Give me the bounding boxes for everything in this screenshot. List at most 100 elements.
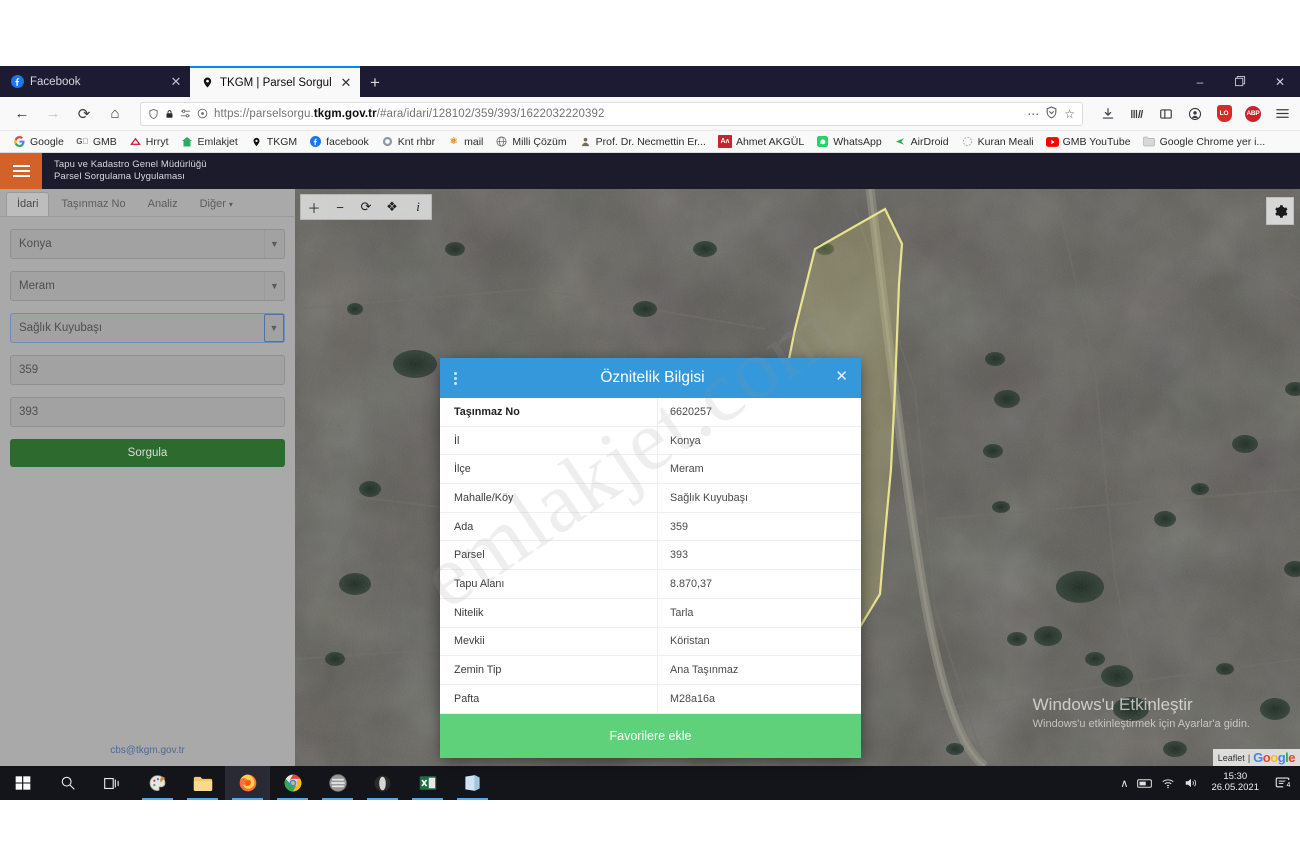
tab-tkgm[interactable]: TKGM | Parsel Sorgulama Uygu ✕ — [190, 66, 360, 97]
library-icon[interactable] — [1127, 104, 1147, 124]
bookmark-knt-rhbr[interactable]: Knt rhbr — [376, 133, 440, 150]
keyboard-icon[interactable] — [1137, 778, 1153, 789]
opera-app[interactable] — [360, 766, 405, 800]
hamburger-menu-icon[interactable] — [0, 153, 42, 189]
bookmark-hurriyet[interactable]: Hrryt — [124, 133, 174, 150]
locate-icon[interactable]: ❖ — [379, 195, 405, 219]
lastpass-icon[interactable]: LO — [1214, 104, 1234, 124]
bookmark-chrome-folder[interactable]: Google Chrome yer i... — [1138, 133, 1271, 150]
account-icon[interactable] — [1185, 104, 1205, 124]
task-view-button[interactable] — [90, 766, 135, 800]
tab-diger[interactable]: Diğer ▾ — [190, 193, 243, 216]
zoom-out-icon[interactable]: − — [327, 195, 353, 219]
bookmark-airdroid[interactable]: AirDroid — [889, 133, 954, 150]
lock-icon[interactable] — [165, 108, 174, 120]
close-icon[interactable]: ✕ — [168, 74, 184, 90]
gear-icon[interactable] — [1266, 197, 1294, 225]
bookmark-kuran-meali[interactable]: Kuran Meali — [956, 133, 1039, 150]
folder-icon — [1143, 135, 1156, 148]
start-button[interactable] — [0, 766, 45, 800]
wifi-icon[interactable] — [1161, 778, 1175, 789]
adblock-plus-icon[interactable]: ABP — [1243, 104, 1263, 124]
kent-rehberi-icon — [381, 135, 394, 148]
maximize-button[interactable] — [1220, 66, 1260, 97]
table-row: Nitelik Tarla — [440, 598, 861, 628]
new-tab-button[interactable]: + — [360, 69, 390, 97]
row-key: Pafta — [454, 692, 480, 705]
row-key: Parsel — [454, 549, 485, 562]
ilce-select[interactable]: Meram ▼ — [10, 271, 285, 301]
contact-email-link[interactable]: cbs@tkgm.gov.tr — [0, 745, 295, 756]
address-bar[interactable]: https://parselsorgu.tkgm.gov.tr/#ara/ida… — [140, 101, 1083, 126]
taskbar-clock[interactable]: 15:30 26.05.2021 — [1207, 771, 1263, 794]
bookmark-ahmet-akgul[interactable]: Aʌ Ahmet AKGÜL — [713, 133, 809, 150]
chrome-app[interactable] — [270, 766, 315, 800]
toolbar-icons: LO ABP — [1094, 104, 1292, 124]
search-button[interactable] — [45, 766, 90, 800]
parsel-input[interactable]: 393 — [10, 397, 285, 427]
row-key: Mahalle/Köy — [454, 491, 514, 504]
tor-browser-app[interactable] — [315, 766, 360, 800]
ada-input[interactable]: 359 — [10, 355, 285, 385]
downloads-icon[interactable] — [1098, 104, 1118, 124]
firefox-app[interactable] — [225, 766, 270, 800]
bookmark-gmb[interactable]: G᳦ GMB — [71, 133, 122, 150]
tab-title: TKGM | Parsel Sorgulama Uygu — [220, 76, 332, 89]
tab-idari[interactable]: İdari — [6, 192, 50, 216]
zoom-in-icon[interactable]: ＋ — [301, 195, 327, 219]
bookmark-necmettin[interactable]: Prof. Dr. Necmettin Er... — [574, 133, 711, 150]
bookmark-emlakjet[interactable]: Emlakjet — [176, 133, 243, 150]
ada-input-value: 359 — [19, 364, 39, 376]
screen: Facebook ✕ TKGM | Parsel Sorgulama Uygu … — [0, 0, 1300, 866]
sidebar-icon[interactable] — [1156, 104, 1176, 124]
tab-tasinmaz-no[interactable]: Taşınmaz No — [51, 193, 135, 216]
mahalle-select[interactable]: Sağlık Kuyubaşı ▼ — [10, 313, 285, 343]
reload-button[interactable]: ⟳ — [70, 100, 98, 128]
file-explorer-app[interactable] — [180, 766, 225, 800]
home-button[interactable]: ⌂ — [101, 100, 129, 128]
close-icon[interactable]: ✕ — [338, 75, 354, 91]
back-button[interactable]: ← — [8, 100, 36, 128]
notifications-icon[interactable]: 4 — [1272, 776, 1294, 791]
forward-button[interactable]: → — [39, 100, 67, 128]
oznitelik-bilgisi-dialog: Öznitelik Bilgisi ✕ Taşınmaz No 6620257 … — [440, 358, 861, 758]
whatsapp-icon — [816, 135, 829, 148]
sorgula-button[interactable]: Sorgula — [10, 439, 285, 467]
chevron-down-icon: ▾ — [228, 200, 233, 209]
volume-icon[interactable] — [1184, 777, 1198, 789]
bookmark-tkgm[interactable]: TKGM — [245, 133, 302, 150]
bookmark-facebook[interactable]: facebook — [304, 133, 374, 150]
bookmark-star-icon[interactable]: ☆ — [1064, 107, 1075, 121]
excel-app[interactable] — [405, 766, 450, 800]
permissions-icon[interactable] — [180, 108, 191, 119]
il-select[interactable]: Konya ▼ — [10, 229, 285, 259]
refresh-icon[interactable]: ⟳ — [353, 195, 379, 219]
row-value: Tarla — [657, 598, 861, 627]
page-actions-icon[interactable]: ⋯ — [1027, 107, 1039, 121]
show-hidden-icons-chevron[interactable]: ∧ — [1120, 777, 1128, 790]
bookmark-milli-cozum[interactable]: Milli Çözüm — [490, 133, 571, 150]
bookmark-label: Ahmet AKGÜL — [735, 135, 805, 148]
minimize-button[interactable]: – — [1180, 66, 1220, 97]
tab-analiz[interactable]: Analiz — [138, 193, 188, 216]
bookmark-whatsapp[interactable]: WhatsApp — [811, 133, 886, 150]
close-button[interactable]: ✕ — [1260, 66, 1300, 97]
leaflet-link[interactable]: Leaflet — [1218, 753, 1245, 763]
bookmark-google[interactable]: Google — [8, 133, 69, 150]
paint-app[interactable] — [135, 766, 180, 800]
bookmark-label: facebook — [326, 135, 369, 148]
notes-app[interactable] — [450, 766, 495, 800]
tab-facebook[interactable]: Facebook ✕ — [0, 66, 190, 97]
close-icon[interactable]: ✕ — [835, 369, 848, 384]
tracking-protection-icon[interactable] — [197, 108, 208, 119]
info-icon[interactable]: i — [405, 195, 431, 219]
bookmark-mail[interactable]: ⚛ mail — [442, 133, 488, 150]
google-logo: Google — [1253, 750, 1295, 765]
bookmark-gmb-youtube[interactable]: GMB YouTube — [1041, 133, 1136, 150]
pocket-icon[interactable] — [1045, 106, 1058, 122]
hamburger-menu-icon[interactable] — [1272, 104, 1292, 124]
favorilere-ekle-button[interactable]: Favorilere ekle — [440, 713, 861, 758]
shield-icon[interactable] — [148, 108, 159, 120]
table-row: Parsel 393 — [440, 541, 861, 571]
bookmark-label: Kuran Meali — [977, 135, 1034, 148]
